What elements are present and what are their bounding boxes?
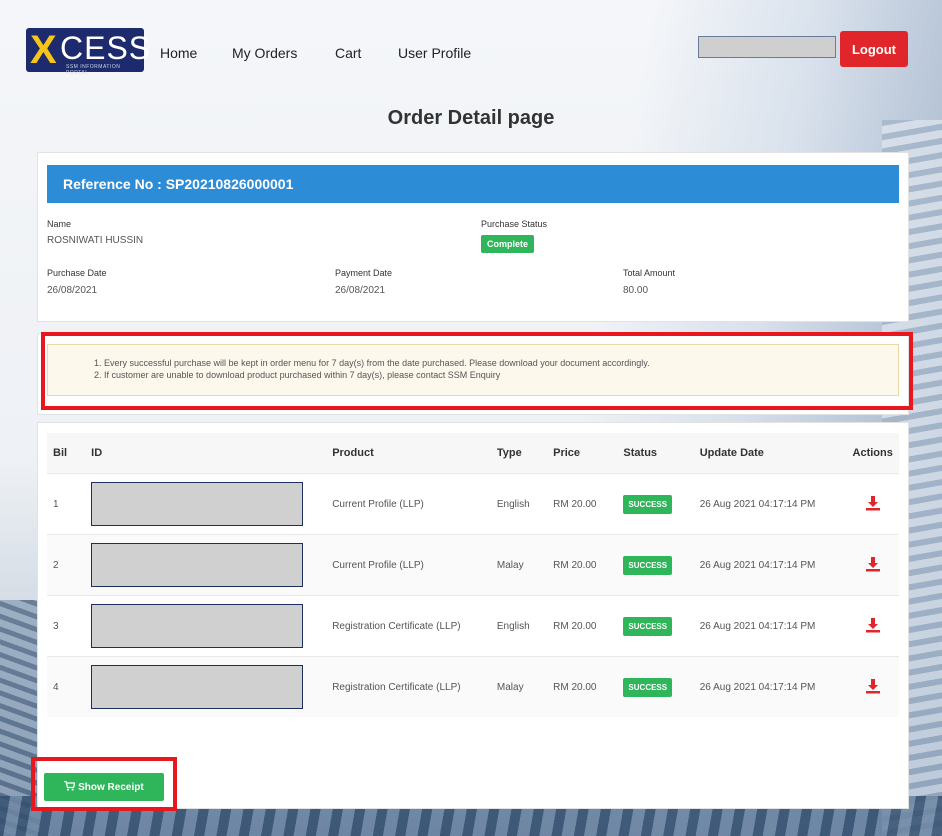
row-bil: 1 (47, 473, 86, 535)
redacted-id-box (91, 543, 304, 587)
logout-button[interactable]: Logout (840, 31, 908, 67)
row-product: Registration Certificate (LLP) (326, 595, 491, 657)
row-status: SUCCESS (617, 595, 694, 657)
table-row: 3 Registration Certificate (LLP) English… (47, 595, 899, 657)
row-actions (846, 595, 899, 657)
navbar: X CESS SSM INFORMATION PORTAL Home My Or… (0, 0, 942, 80)
download-icon[interactable] (865, 678, 881, 697)
show-receipt-label: Show Receipt (78, 782, 144, 793)
nav-my-orders[interactable]: My Orders (232, 45, 297, 61)
row-id (85, 595, 327, 657)
col-status: Status (617, 433, 694, 474)
table-row: 2 Current Profile (LLP) Malay RM 20.00 S… (47, 534, 899, 596)
row-price: RM 20.00 (547, 656, 618, 717)
order-items-table: Bil ID Product Type Price Status Update … (47, 433, 899, 717)
cart-icon (64, 780, 78, 793)
col-price: Price (547, 433, 618, 474)
row-actions (846, 656, 899, 717)
row-price: RM 20.00 (547, 595, 618, 657)
download-icon[interactable] (865, 617, 881, 636)
row-type: English (490, 473, 548, 535)
table-row: 4 Registration Certificate (LLP) Malay R… (47, 656, 899, 717)
table-row: 1 Current Profile (LLP) English RM 20.00… (47, 473, 899, 535)
redacted-id-box (91, 604, 304, 648)
payment-date-label: Payment Date (335, 268, 393, 278)
row-id (85, 534, 327, 596)
nav-cart[interactable]: Cart (335, 45, 361, 61)
col-actions: Actions (846, 433, 899, 474)
row-product: Current Profile (LLP) (326, 473, 491, 535)
row-type: Malay (490, 656, 548, 717)
notice-line-2: 2. If customer are unable to download pr… (94, 370, 501, 380)
row-id (85, 473, 327, 535)
row-bil: 3 (47, 595, 86, 657)
row-product: Current Profile (LLP) (326, 534, 491, 596)
table-header-row: Bil ID Product Type Price Status Update … (47, 433, 899, 474)
row-update-date: 26 Aug 2021 04:17:14 PM (693, 595, 847, 657)
total-amount-label: Total Amount (623, 268, 676, 278)
logo-word: CESS (60, 30, 152, 66)
row-bil: 2 (47, 534, 86, 596)
redacted-id-box (91, 482, 304, 526)
logo-tagline: SSM INFORMATION PORTAL (66, 64, 121, 76)
nav-user-profile[interactable]: User Profile (398, 45, 471, 61)
user-name-box (698, 36, 836, 58)
purchase-date-label: Purchase Date (47, 268, 107, 278)
status-badge: SUCCESS (623, 555, 673, 575)
col-type: Type (490, 433, 548, 474)
status-badge: SUCCESS (623, 494, 673, 514)
notice-box: 1. Every successful purchase will be kep… (47, 344, 899, 396)
row-update-date: 26 Aug 2021 04:17:14 PM (693, 656, 847, 717)
download-icon[interactable] (865, 495, 881, 514)
logo-x: X (30, 28, 57, 72)
col-bil: Bil (47, 433, 86, 474)
payment-date-value: 26/08/2021 (335, 285, 386, 296)
purchase-date-value: 26/08/2021 (47, 285, 98, 296)
order-summary-card: Reference No : SP20210826000001 Name ROS… (37, 152, 909, 322)
col-id: ID (85, 433, 327, 474)
row-status: SUCCESS (617, 656, 694, 717)
redacted-id-box (91, 665, 304, 709)
row-actions (846, 473, 899, 535)
row-update-date: 26 Aug 2021 04:17:14 PM (693, 473, 847, 535)
row-update-date: 26 Aug 2021 04:17:14 PM (693, 534, 847, 596)
total-amount-value: 80.00 (623, 285, 649, 296)
order-items-card: Bil ID Product Type Price Status Update … (37, 422, 909, 809)
col-product: Product (326, 433, 491, 474)
reference-header: Reference No : SP20210826000001 (47, 165, 899, 203)
col-update-date: Update Date (693, 433, 847, 474)
row-type: English (490, 595, 548, 657)
name-label: Name (47, 219, 72, 229)
notice-line-1: 1. Every successful purchase will be kep… (94, 358, 650, 368)
status-badge: SUCCESS (623, 616, 673, 636)
notice-card: 1. Every successful purchase will be kep… (37, 333, 909, 415)
status-badge: SUCCESS (623, 677, 673, 697)
download-icon[interactable] (865, 556, 881, 575)
page-title: Order Detail page (387, 107, 555, 129)
purchase-status-label: Purchase Status (481, 219, 548, 229)
row-status: SUCCESS (617, 473, 694, 535)
row-status: SUCCESS (617, 534, 694, 596)
row-price: RM 20.00 (547, 473, 618, 535)
row-type: Malay (490, 534, 548, 596)
xcess-logo[interactable]: X CESS SSM INFORMATION PORTAL (26, 28, 150, 76)
nav-home[interactable]: Home (160, 45, 197, 61)
row-bil: 4 (47, 656, 86, 717)
purchase-status-badge: Complete (481, 235, 535, 253)
show-receipt-button[interactable]: Show Receipt (44, 773, 164, 801)
row-product: Registration Certificate (LLP) (326, 656, 491, 717)
name-value: ROSNIWATI HUSSIN (47, 235, 144, 246)
row-price: RM 20.00 (547, 534, 618, 596)
row-actions (846, 534, 899, 596)
row-id (85, 656, 327, 717)
